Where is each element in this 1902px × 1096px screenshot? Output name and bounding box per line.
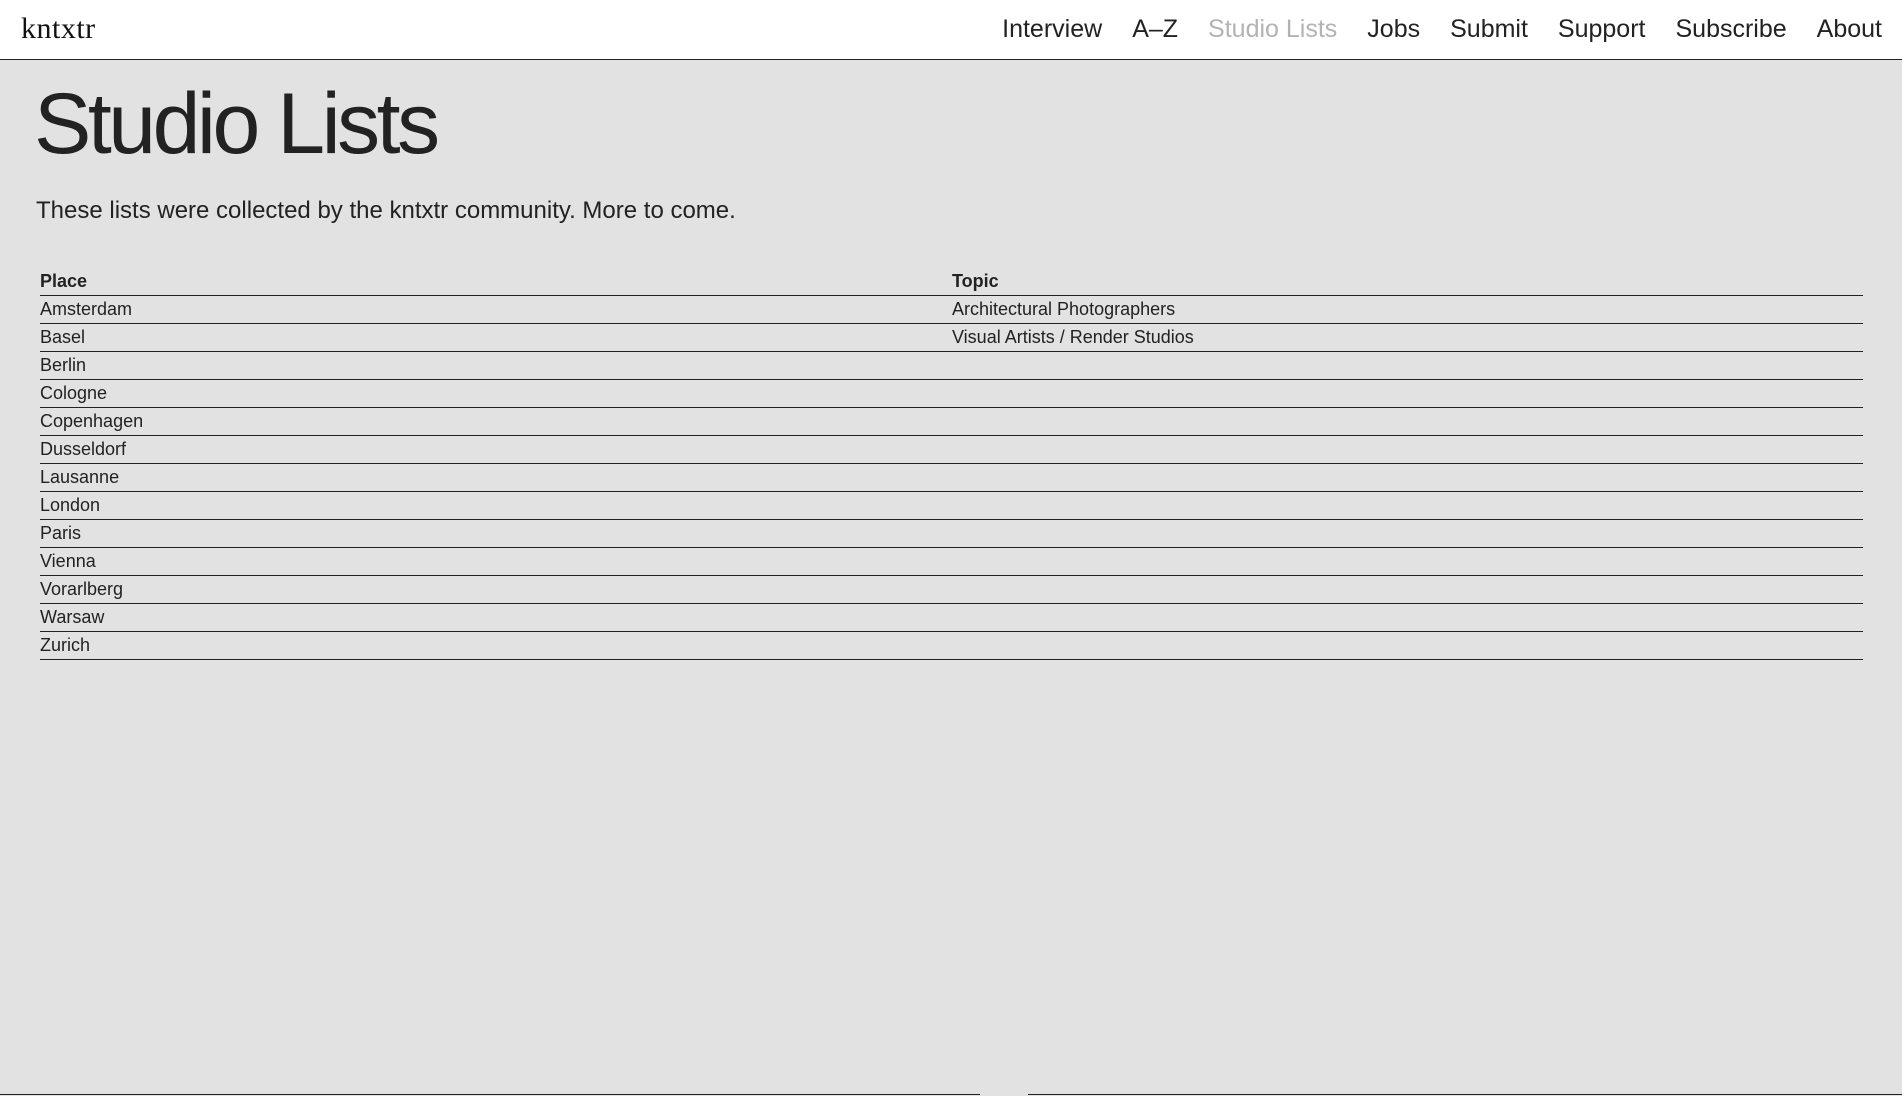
place-link-warsaw[interactable]: Warsaw [40, 607, 104, 627]
table-row: Paris [40, 520, 1863, 548]
place-link-berlin[interactable]: Berlin [40, 355, 86, 375]
place-link-vorarlberg[interactable]: Vorarlberg [40, 579, 123, 599]
place-link-zurich[interactable]: Zurich [40, 635, 90, 655]
table-row: Amsterdam Architectural Photographers [40, 296, 1863, 324]
nav-jobs[interactable]: Jobs [1367, 15, 1420, 44]
table-header-row: Place Topic [40, 268, 1863, 296]
topic-link-architectural-photographers[interactable]: Architectural Photographers [952, 299, 1175, 319]
nav-interview[interactable]: Interview [1002, 15, 1102, 44]
table-row: Lausanne [40, 464, 1863, 492]
table-row: Basel Visual Artists / Render Studios [40, 324, 1863, 352]
place-link-lausanne[interactable]: Lausanne [40, 467, 119, 487]
table-row: Copenhagen [40, 408, 1863, 436]
nav-support[interactable]: Support [1558, 15, 1646, 44]
table-row: Berlin [40, 352, 1863, 380]
table-row: Vienna [40, 548, 1863, 576]
studio-lists-table: Place Topic Amsterdam Architectural Phot… [40, 268, 1863, 660]
place-link-london[interactable]: London [40, 495, 100, 515]
table-row: Warsaw [40, 604, 1863, 632]
nav-about[interactable]: About [1817, 15, 1882, 44]
column-header-place: Place [40, 271, 88, 291]
place-link-copenhagen[interactable]: Copenhagen [40, 411, 143, 431]
footer-divider [0, 1094, 1902, 1095]
page-title: Studio Lists [34, 76, 440, 172]
site-header: kntxtr Interview A–Z Studio Lists Jobs S… [0, 0, 1902, 60]
table-row: Dusseldorf [40, 436, 1863, 464]
place-link-amsterdam[interactable]: Amsterdam [40, 299, 132, 319]
column-header-topic: Topic [952, 271, 999, 291]
place-link-cologne[interactable]: Cologne [40, 383, 107, 403]
topic-link-visual-artists-render-studios[interactable]: Visual Artists / Render Studios [952, 327, 1194, 347]
place-link-paris[interactable]: Paris [40, 523, 81, 543]
site-logo[interactable]: kntxtr [21, 12, 96, 46]
nav-submit[interactable]: Submit [1450, 15, 1528, 44]
place-link-dusseldorf[interactable]: Dusseldorf [40, 439, 126, 459]
nav-subscribe[interactable]: Subscribe [1675, 15, 1786, 44]
table-row: London [40, 492, 1863, 520]
place-link-basel[interactable]: Basel [40, 327, 85, 347]
table-row: Zurich [40, 632, 1863, 660]
intro-text: These lists were collected by the kntxtr… [36, 197, 736, 224]
table-row: Vorarlberg [40, 576, 1863, 604]
place-link-vienna[interactable]: Vienna [40, 551, 96, 571]
nav-a-z[interactable]: A–Z [1132, 15, 1178, 44]
main-nav: Interview A–Z Studio Lists Jobs Submit S… [1002, 15, 1882, 44]
table-row: Cologne [40, 380, 1863, 408]
nav-studio-lists[interactable]: Studio Lists [1208, 15, 1337, 44]
